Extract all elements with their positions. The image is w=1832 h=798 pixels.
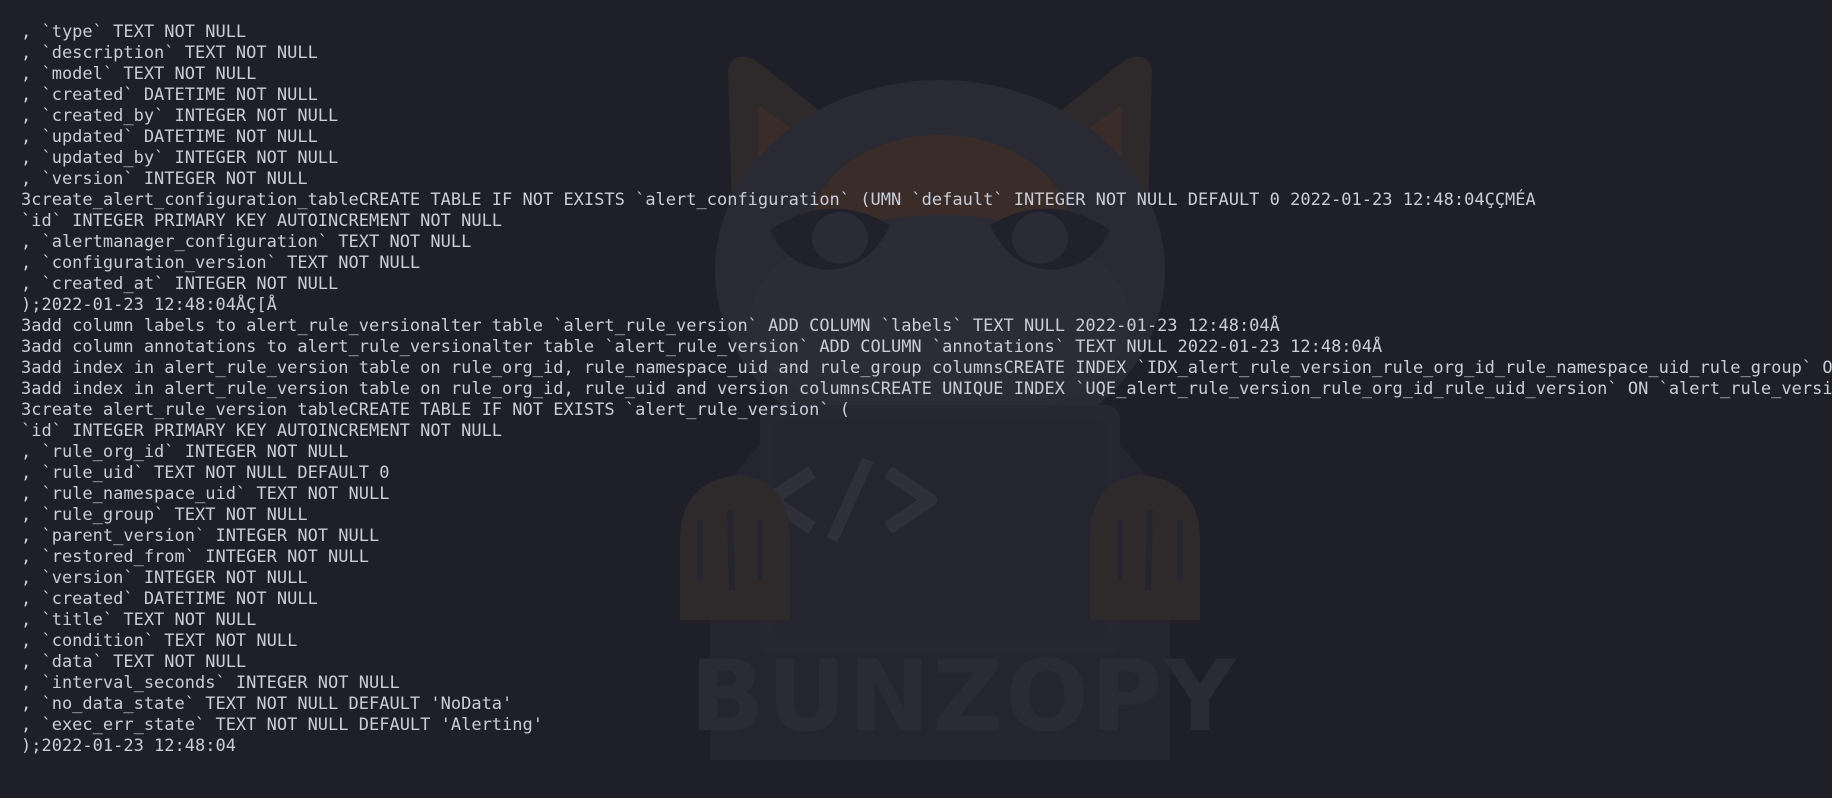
terminal-line: , `version` INTEGER NOT NULL: [21, 169, 308, 189]
terminal-line: , `rule_group` TEXT NOT NULL: [21, 505, 308, 525]
terminal-line: , `data` TEXT NOT NULL: [21, 652, 247, 672]
terminal-line: , `rule_org_id` INTEGER NOT NULL: [21, 442, 349, 462]
terminal-output: , `type` TEXT NOT NULL, `description` TE…: [21, 22, 1832, 757]
terminal-line: , `description` TEXT NOT NULL: [21, 43, 318, 63]
terminal-line: , `interval_seconds` INTEGER NOT NULL: [21, 673, 400, 693]
terminal-line: 3add column labels to alert_rule_version…: [21, 316, 1280, 336]
terminal-line: , `created_at` INTEGER NOT NULL: [21, 274, 339, 294]
terminal-line: 3create_alert_configuration_tableCREATE …: [21, 190, 1536, 210]
terminal-line: , `version` INTEGER NOT NULL: [21, 568, 308, 588]
terminal-line: 3create alert_rule_version tableCREATE T…: [21, 400, 851, 420]
terminal-line: , `configuration_version` TEXT NOT NULL: [21, 253, 421, 273]
terminal-line: );2022-01-23 12:48:04: [21, 736, 236, 756]
terminal-line: , `type` TEXT NOT NULL: [21, 22, 247, 42]
terminal-line: , `condition` TEXT NOT NULL: [21, 631, 298, 651]
terminal-window[interactable]: BUNZOPY , `type` TEXT NOT NULL, `descrip…: [0, 0, 1832, 798]
terminal-line: 3add column annotations to alert_rule_ve…: [21, 337, 1383, 357]
terminal-line: , `restored_from` INTEGER NOT NULL: [21, 547, 369, 567]
terminal-line: , `created_by` INTEGER NOT NULL: [21, 106, 339, 126]
terminal-line: `id` INTEGER PRIMARY KEY AUTOINCREMENT N…: [21, 211, 503, 231]
terminal-line: , `updated_by` INTEGER NOT NULL: [21, 148, 339, 168]
terminal-line: , `no_data_state` TEXT NOT NULL DEFAULT …: [21, 694, 513, 714]
terminal-line: 3add index in alert_rule_version table o…: [21, 358, 1832, 378]
terminal-line: `id` INTEGER PRIMARY KEY AUTOINCREMENT N…: [21, 421, 503, 441]
terminal-line: , `exec_err_state` TEXT NOT NULL DEFAULT…: [21, 715, 543, 735]
terminal-line: , `created` DATETIME NOT NULL: [21, 85, 318, 105]
terminal-line: 3add index in alert_rule_version table o…: [21, 379, 1832, 399]
terminal-line: , `parent_version` INTEGER NOT NULL: [21, 526, 380, 546]
terminal-line: , `alertmanager_configuration` TEXT NOT …: [21, 232, 472, 252]
terminal-line: , `created` DATETIME NOT NULL: [21, 589, 318, 609]
terminal-line: );2022-01-23 12:48:04ÅÇ[Å: [21, 295, 277, 315]
terminal-line: , `updated` DATETIME NOT NULL: [21, 127, 318, 147]
terminal-line: , `title` TEXT NOT NULL: [21, 610, 257, 630]
terminal-line: , `rule_uid` TEXT NOT NULL DEFAULT 0: [21, 463, 390, 483]
terminal-line: , `model` TEXT NOT NULL: [21, 64, 257, 84]
terminal-line: , `rule_namespace_uid` TEXT NOT NULL: [21, 484, 390, 504]
